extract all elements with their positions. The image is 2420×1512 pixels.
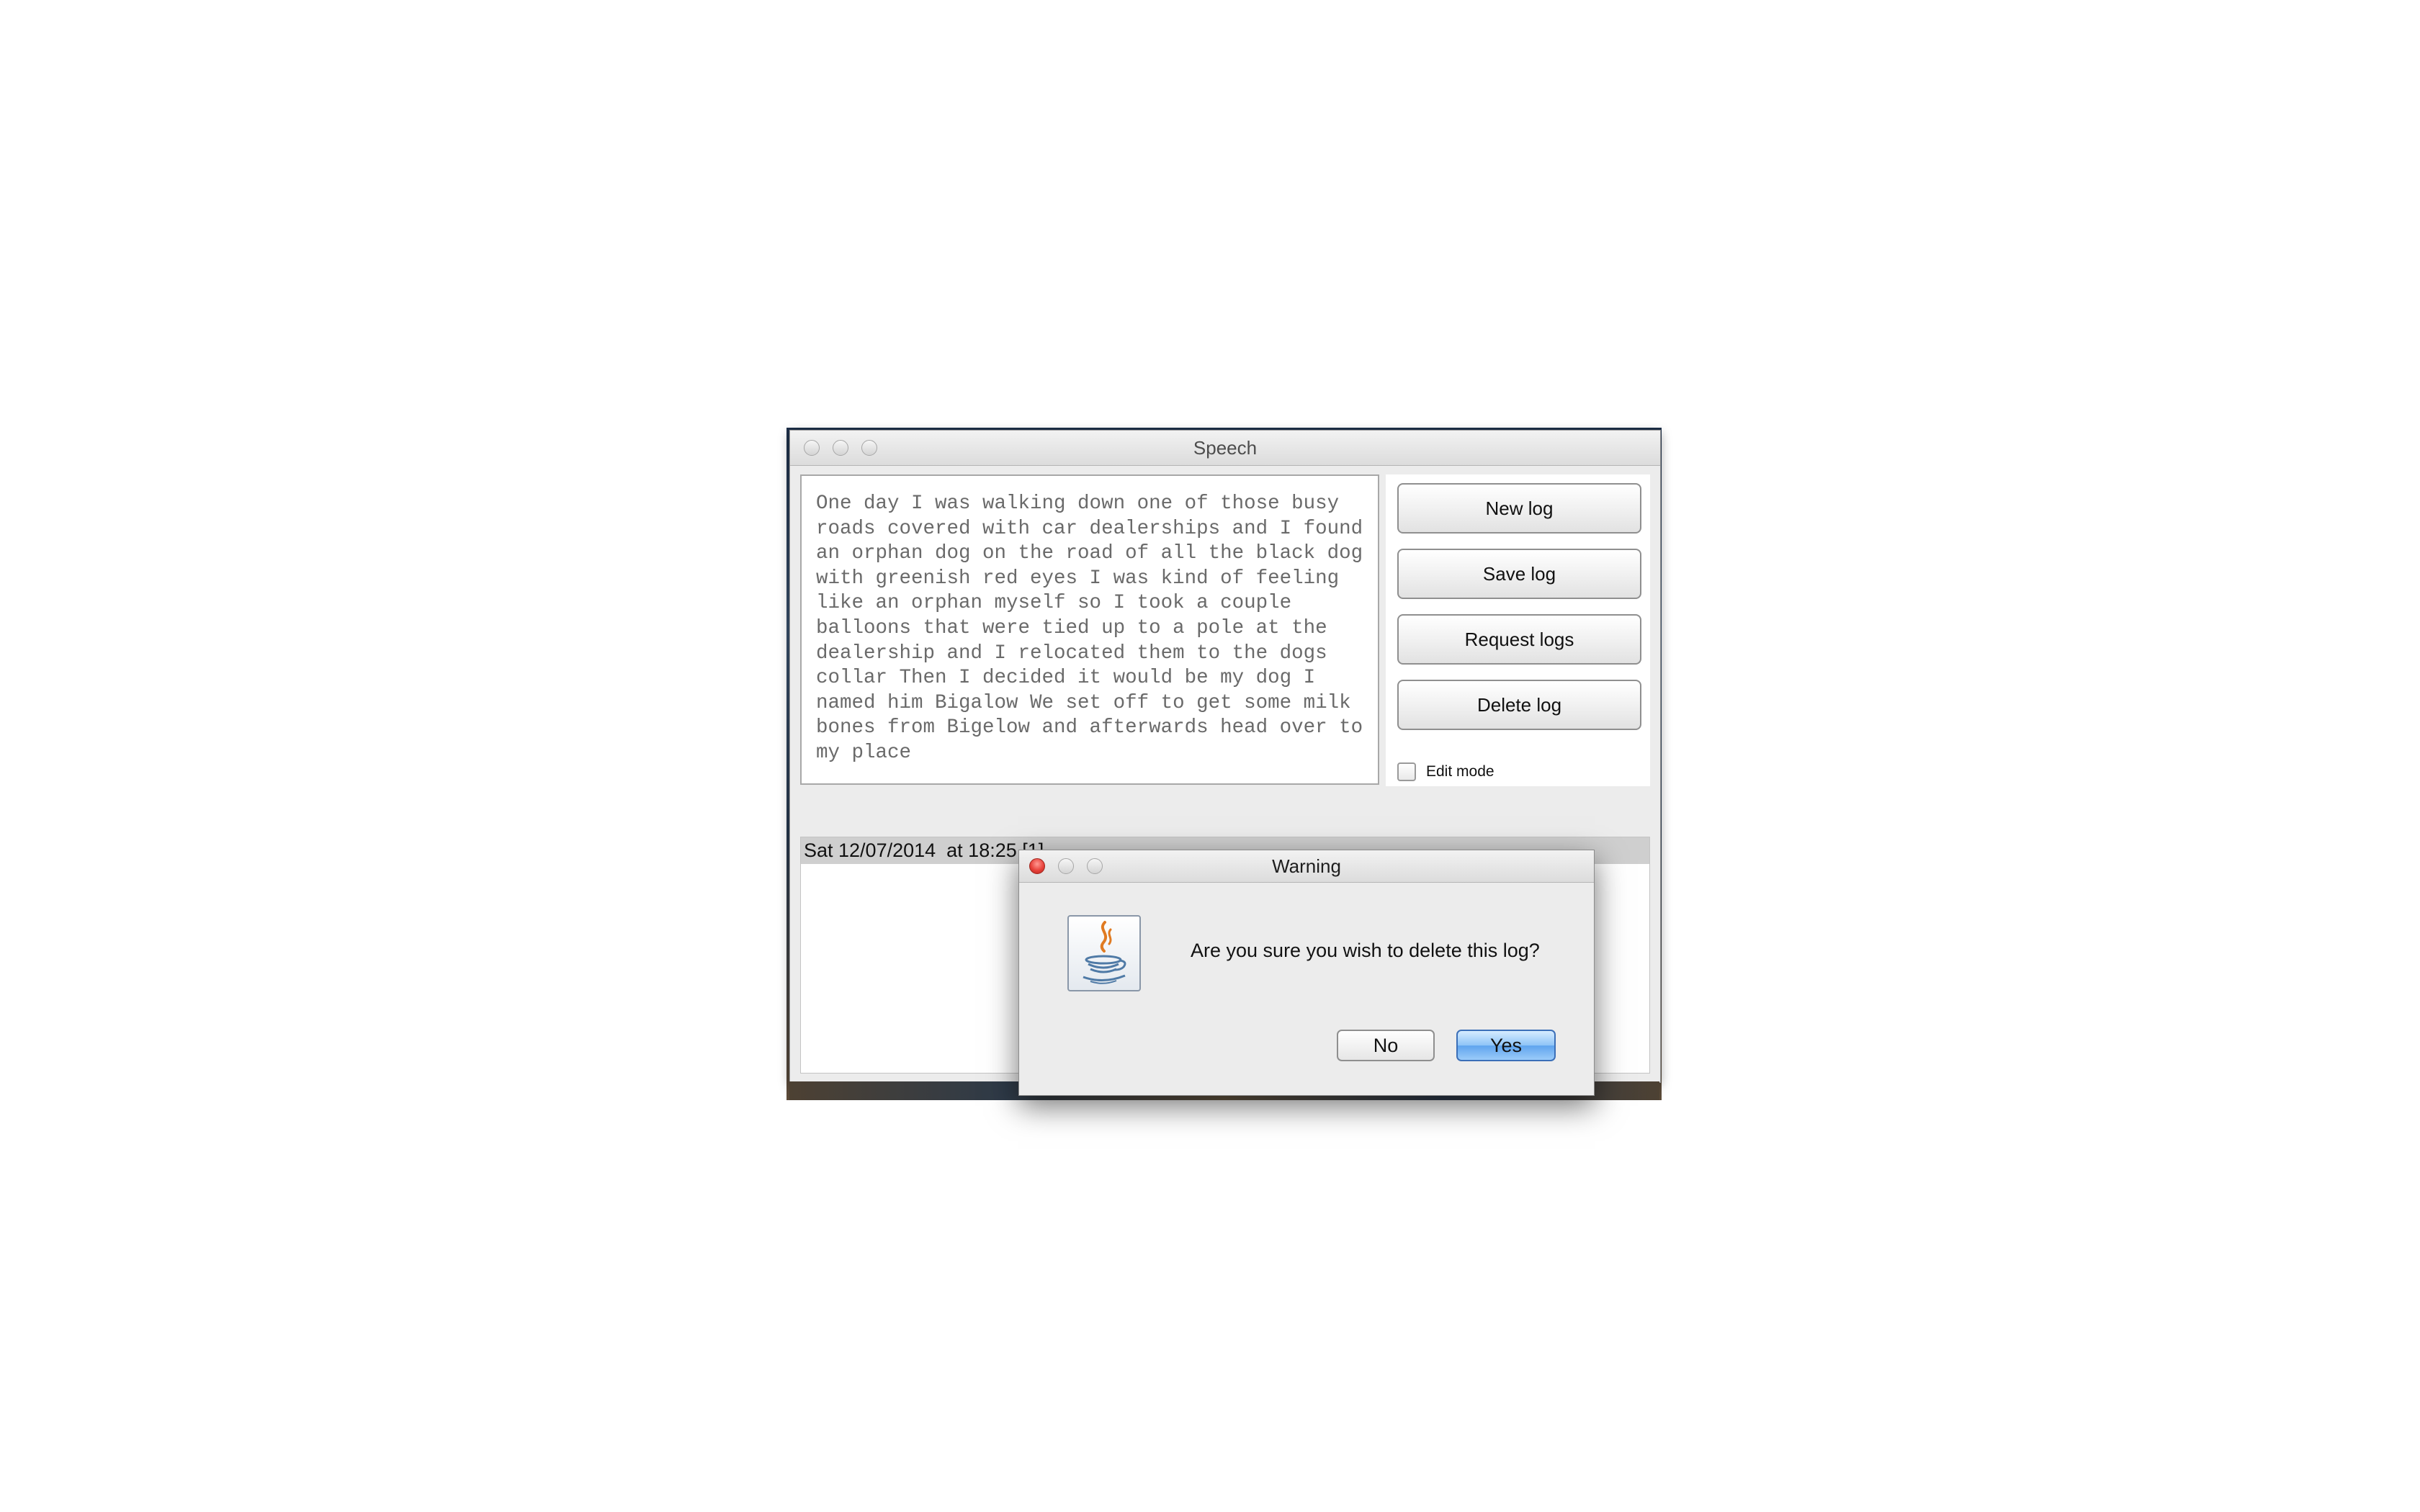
button-panel: New log Save log Request logs Delete log… bbox=[1386, 474, 1650, 786]
save-log-button[interactable]: Save log bbox=[1397, 549, 1641, 599]
request-logs-button[interactable]: Request logs bbox=[1397, 614, 1641, 665]
yes-button[interactable]: Yes bbox=[1456, 1030, 1556, 1061]
speech-window-titlebar[interactable]: Speech bbox=[790, 431, 1660, 466]
window-title: Speech bbox=[1193, 437, 1258, 459]
edit-mode-checkbox[interactable] bbox=[1397, 762, 1416, 781]
transcript-text-area[interactable]: One day I was walking down one of those … bbox=[800, 474, 1379, 785]
new-log-button[interactable]: New log bbox=[1397, 483, 1641, 534]
warning-dialog: Warning Are you sure you wish to delete … bbox=[1018, 850, 1595, 1096]
edit-mode-label: Edit mode bbox=[1426, 763, 1494, 780]
java-icon bbox=[1067, 915, 1141, 991]
delete-log-button[interactable]: Delete log bbox=[1397, 680, 1641, 730]
no-button[interactable]: No bbox=[1337, 1030, 1435, 1061]
dialog-titlebar[interactable]: Warning bbox=[1019, 850, 1594, 883]
dialog-title: Warning bbox=[1272, 855, 1341, 877]
java-cup-graphic bbox=[1083, 921, 1126, 984]
dialog-message: Are you sure you wish to delete this log… bbox=[1191, 940, 1540, 961]
